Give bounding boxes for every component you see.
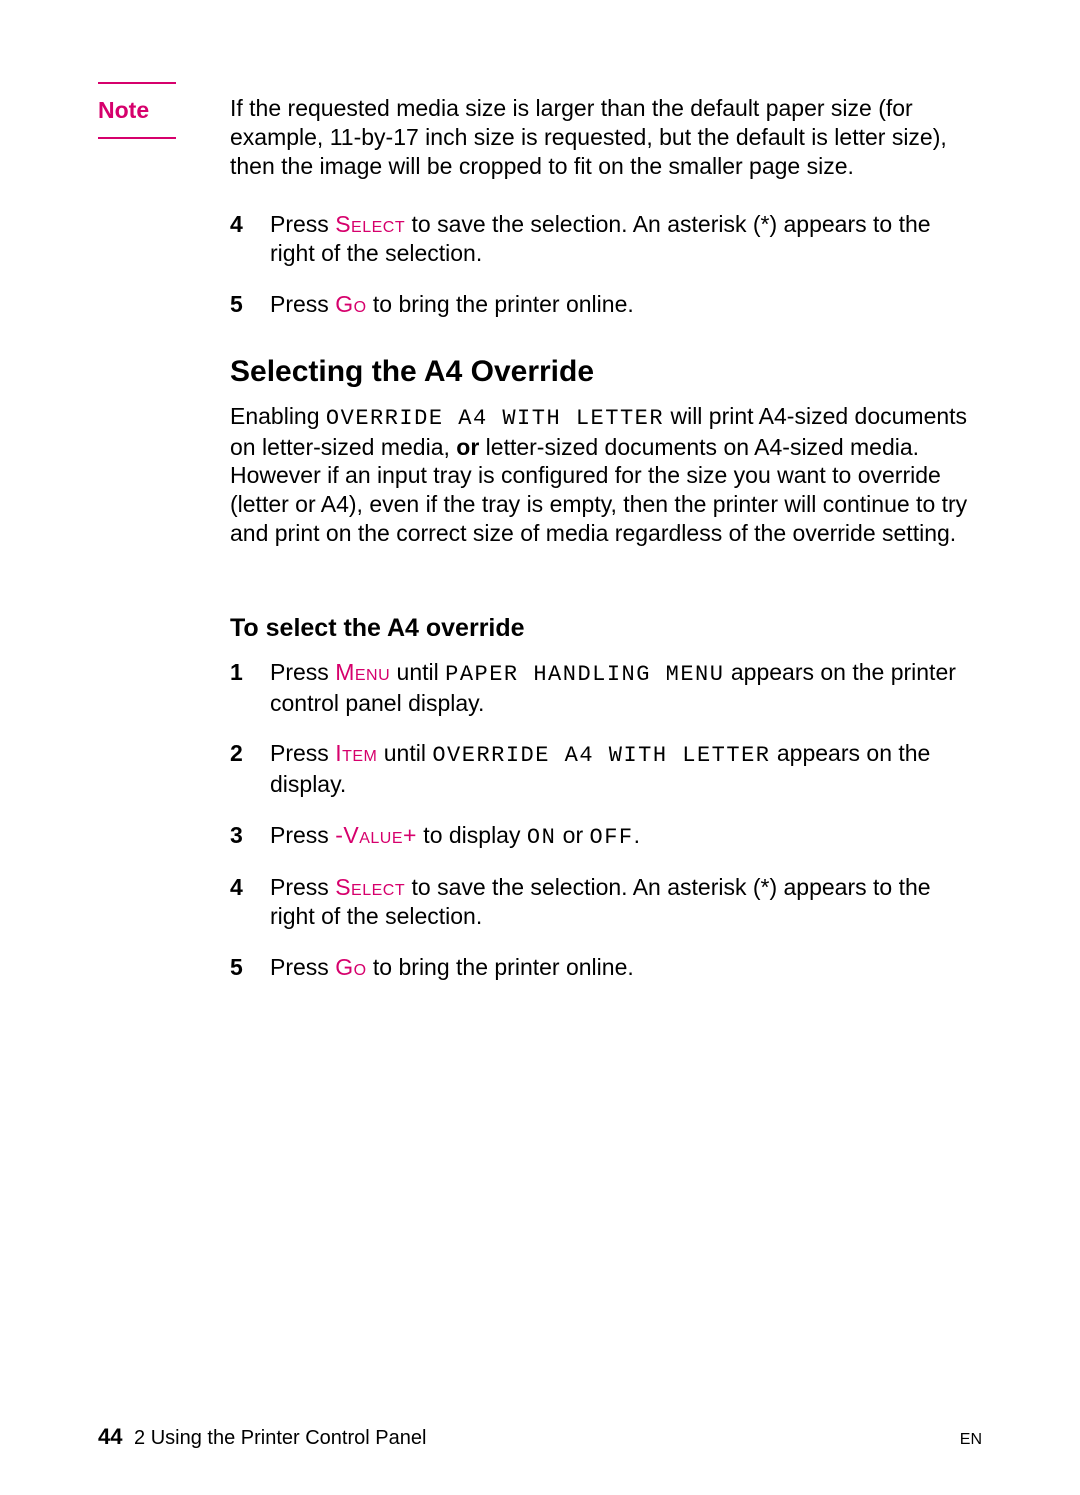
lcd-text: OFF xyxy=(590,825,634,850)
text: Press xyxy=(270,822,335,848)
step-number: 5 xyxy=(230,953,270,982)
step-row: 3 Press -Value+ to display ON or OFF. xyxy=(230,821,970,852)
step-number: 1 xyxy=(230,658,270,687)
note-block: Note If the requested media size is larg… xyxy=(98,82,968,180)
lcd-text: OVERRIDE A4 WITH LETTER xyxy=(432,743,770,768)
text: Press xyxy=(270,211,335,237)
note-body: If the requested media size is larger th… xyxy=(230,82,968,180)
keyword: -Value+ xyxy=(335,822,417,848)
keyword: Item xyxy=(335,740,377,766)
subsection-steps: 1 Press Menu until PAPER HANDLING MENU a… xyxy=(230,658,970,1003)
text: Press xyxy=(270,659,335,685)
keyword: Go xyxy=(335,291,366,317)
keyword: Menu xyxy=(335,659,390,685)
note-label-wrap: Note xyxy=(98,82,230,139)
step-number: 4 xyxy=(230,210,270,239)
step-body: Press Select to save the selection. An a… xyxy=(270,873,970,931)
step-body: Press Go to bring the printer online. xyxy=(270,290,970,319)
text: to bring the printer online. xyxy=(367,291,634,317)
top-steps: 4 Press Select to save the selection. An… xyxy=(230,210,970,340)
page: Note If the requested media size is larg… xyxy=(0,0,1080,1495)
section-paragraph: Enabling OVERRIDE A4 WITH LETTER will pr… xyxy=(230,402,972,548)
step-body: Press Select to save the selection. An a… xyxy=(270,210,970,268)
step-row: 4 Press Select to save the selection. An… xyxy=(230,873,970,931)
page-footer: 44 2 Using the Printer Control Panel EN xyxy=(98,1423,982,1451)
keyword: Go xyxy=(335,954,366,980)
text: until xyxy=(377,740,432,766)
text: Enabling xyxy=(230,403,326,429)
lcd-text: ON xyxy=(527,825,556,850)
text: to bring the printer online. xyxy=(367,954,634,980)
footer-left: 44 2 Using the Printer Control Panel xyxy=(98,1423,426,1451)
chapter-title: 2 Using the Printer Control Panel xyxy=(134,1427,426,1449)
step-number: 4 xyxy=(230,873,270,902)
step-body: Press -Value+ to display ON or OFF. xyxy=(270,821,970,852)
step-body: Press Go to bring the printer online. xyxy=(270,953,970,982)
step-number: 2 xyxy=(230,739,270,768)
section-heading: Selecting the A4 Override xyxy=(230,353,594,391)
step-number: 3 xyxy=(230,821,270,850)
step-row: 5 Press Go to bring the printer online. xyxy=(230,290,970,319)
text: Press xyxy=(270,740,335,766)
step-row: 5 Press Go to bring the printer online. xyxy=(230,953,970,982)
keyword: Select xyxy=(335,874,405,900)
text: until xyxy=(390,659,445,685)
lcd-text: OVERRIDE A4 WITH LETTER xyxy=(326,406,664,431)
bold-text: or xyxy=(456,434,479,460)
step-body: Press Item until OVERRIDE A4 WITH LETTER… xyxy=(270,739,970,798)
text: to display xyxy=(417,822,527,848)
text: Press xyxy=(270,874,335,900)
step-row: 1 Press Menu until PAPER HANDLING MENU a… xyxy=(230,658,970,717)
text: or xyxy=(556,822,589,848)
subsection-heading: To select the A4 override xyxy=(230,613,525,644)
step-row: 4 Press Select to save the selection. An… xyxy=(230,210,970,268)
note-label: Note xyxy=(98,82,176,139)
text: Press xyxy=(270,291,335,317)
lcd-text: PAPER HANDLING MENU xyxy=(445,662,724,687)
page-number: 44 xyxy=(98,1424,122,1449)
step-number: 5 xyxy=(230,290,270,319)
footer-right: EN xyxy=(960,1430,982,1450)
step-row: 2 Press Item until OVERRIDE A4 WITH LETT… xyxy=(230,739,970,798)
text: Press xyxy=(270,954,335,980)
step-body: Press Menu until PAPER HANDLING MENU app… xyxy=(270,658,970,717)
text: . xyxy=(634,822,640,848)
keyword: Select xyxy=(335,211,405,237)
